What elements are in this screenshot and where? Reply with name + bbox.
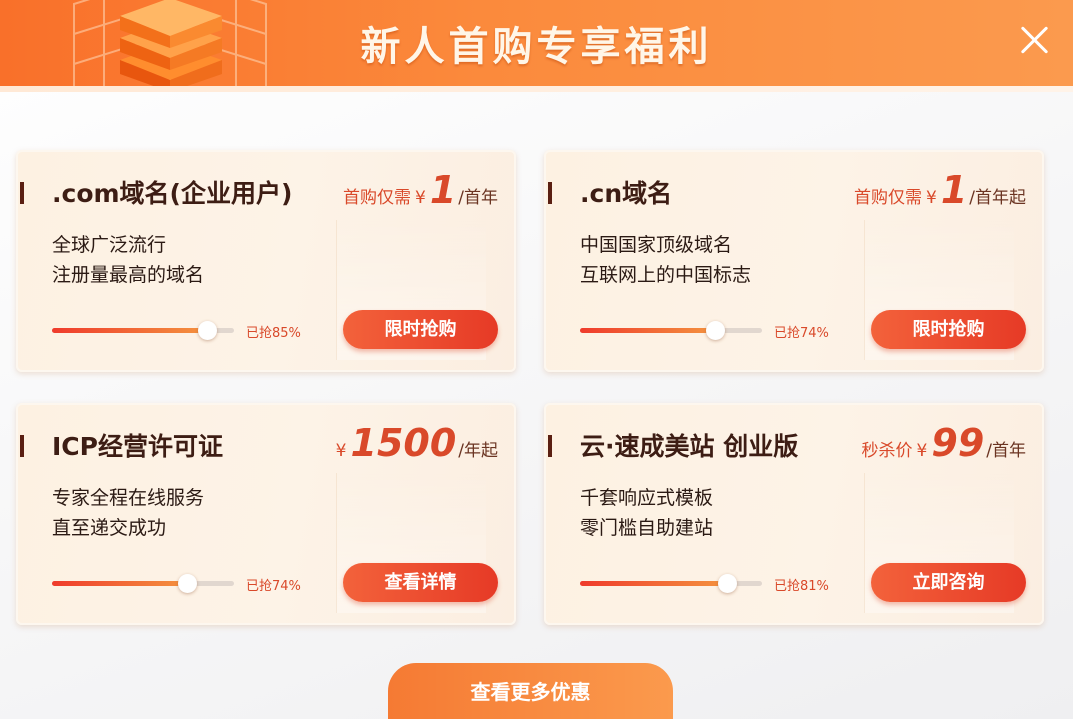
price-prefix: 首购仅需 xyxy=(853,188,922,208)
progress-fill xyxy=(580,328,715,333)
currency-symbol: ¥ xyxy=(925,188,937,208)
title-accent-bar xyxy=(548,435,552,457)
offer-card-com-domain: .com域名(企业用户) 首购仅需 ¥ 1 /首年 全球广泛流行 注册量最高的域… xyxy=(16,150,516,372)
flash-sale-button[interactable]: 限时抢购 xyxy=(343,310,498,349)
offer-description: 专家全程在线服务 直至递交成功 xyxy=(52,483,204,543)
title-accent-bar xyxy=(20,182,24,204)
flash-sale-button[interactable]: 限时抢购 xyxy=(871,310,1026,349)
price-suffix: /首年 xyxy=(458,188,498,208)
view-details-button[interactable]: 查看详情 xyxy=(343,563,498,602)
price-prefix: 首购仅需 xyxy=(342,188,411,208)
page-title: 新人首购专享福利 xyxy=(360,24,713,70)
title-accent-bar xyxy=(20,435,24,457)
progress-label: 已抢81% xyxy=(774,579,829,594)
price-value: 1 xyxy=(429,168,457,212)
currency-symbol: ¥ xyxy=(335,441,347,461)
currency-symbol: ¥ xyxy=(414,188,426,208)
progress-fill xyxy=(52,328,207,333)
offer-card-cn-domain: .cn域名 首购仅需 ¥ 1 /首年起 中国国家顶级域名 互联网上的中国标志 已… xyxy=(544,150,1044,372)
consult-now-button[interactable]: 立即咨询 xyxy=(871,563,1026,602)
header-banner: 新人首购专享福利 xyxy=(0,0,1073,92)
view-more-offers-button[interactable]: 查看更多优惠 xyxy=(388,663,673,719)
description-line: 直至递交成功 xyxy=(52,517,167,539)
description-line: 千套响应式模板 xyxy=(580,487,714,509)
progress-fill xyxy=(52,581,187,586)
description-line: 专家全程在线服务 xyxy=(52,487,205,509)
progress-label: 已抢74% xyxy=(246,579,301,594)
price-block: ¥ 1500 /年起 xyxy=(332,423,498,463)
sales-progress-bar xyxy=(52,321,234,340)
price-block: 首购仅需 ¥ 1 /首年 xyxy=(343,170,498,210)
title-accent-bar xyxy=(548,182,552,204)
offer-card-website-builder: 云·速成美站 创业版 秒杀价 ¥ 99 /首年 千套响应式模板 零门槛自助建站 … xyxy=(544,403,1044,625)
close-icon[interactable] xyxy=(1017,22,1051,56)
offer-card-icp-license: ICP经营许可证 ¥ 1500 /年起 专家全程在线服务 直至递交成功 已抢74… xyxy=(16,403,516,625)
price-suffix: /年起 xyxy=(458,441,498,461)
price-block: 首购仅需 ¥ 1 /首年起 xyxy=(854,170,1026,210)
price-suffix: /首年 xyxy=(986,441,1026,461)
description-line: 注册量最高的域名 xyxy=(52,264,205,286)
offer-title: ICP经营许可证 xyxy=(52,432,223,461)
offer-title: .com域名(企业用户) xyxy=(52,179,293,208)
progress-knob xyxy=(705,321,725,340)
offer-description: 中国国家顶级域名 互联网上的中国标志 xyxy=(580,230,751,290)
description-line: 零门槛自助建站 xyxy=(580,517,714,539)
price-value: 99 xyxy=(931,421,985,465)
description-line: 全球广泛流行 xyxy=(52,234,167,256)
progress-knob xyxy=(197,321,217,340)
price-value: 1500 xyxy=(350,421,457,465)
price-value: 1 xyxy=(940,168,968,212)
description-line: 互联网上的中国标志 xyxy=(580,264,752,286)
progress-label: 已抢85% xyxy=(246,326,301,341)
sales-progress-bar xyxy=(52,574,234,593)
progress-knob xyxy=(718,574,738,593)
offer-title: .cn域名 xyxy=(580,179,673,208)
price-prefix: 秒杀价 xyxy=(861,441,913,461)
price-suffix: /首年起 xyxy=(969,188,1026,208)
sales-progress-bar xyxy=(580,321,762,340)
price-block: 秒杀价 ¥ 99 /首年 xyxy=(862,423,1026,463)
progress-knob xyxy=(177,574,197,593)
offer-description: 全球广泛流行 注册量最高的域名 xyxy=(52,230,204,290)
offer-description: 千套响应式模板 零门槛自助建站 xyxy=(580,483,713,543)
currency-symbol: ¥ xyxy=(916,441,928,461)
description-line: 中国国家顶级域名 xyxy=(580,234,733,256)
progress-fill xyxy=(580,581,728,586)
offer-title: 云·速成美站 创业版 xyxy=(580,432,799,461)
progress-label: 已抢74% xyxy=(774,326,829,341)
sales-progress-bar xyxy=(580,574,762,593)
